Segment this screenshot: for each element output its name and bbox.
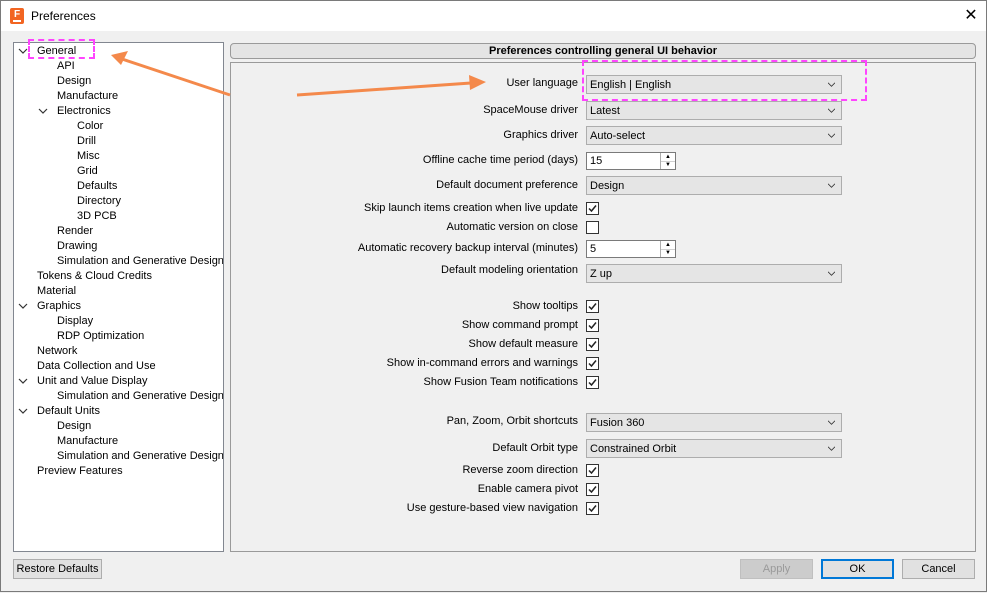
arrow-to-user-language	[296, 81, 472, 97]
arrow-head-language-icon	[469, 75, 486, 90]
annotation-arrows	[111, 51, 486, 97]
arrow-to-general	[121, 57, 231, 97]
preferences-window: F Preferences ✕ General API Design Manuf…	[0, 0, 987, 592]
arrow-head-general-icon	[111, 51, 128, 65]
